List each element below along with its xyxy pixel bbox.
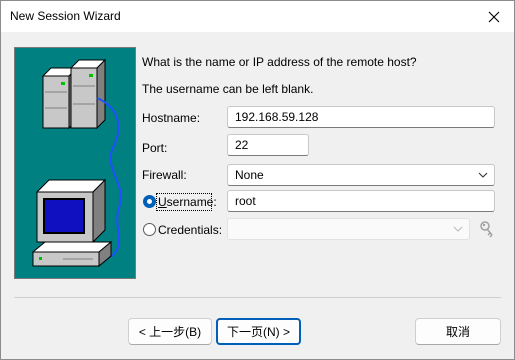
- port-field[interactable]: 22: [227, 134, 309, 156]
- firewall-value: None: [235, 168, 264, 182]
- chevron-down-icon: [453, 226, 463, 232]
- username-field[interactable]: root: [227, 190, 495, 212]
- firewall-select[interactable]: None: [227, 164, 495, 186]
- username-radio[interactable]: [143, 195, 156, 208]
- credentials-radio[interactable]: [143, 223, 156, 236]
- prompt-line-2: The username can be left blank.: [142, 82, 314, 96]
- close-icon: [488, 11, 500, 22]
- next-button[interactable]: 下一页(N) >: [216, 318, 301, 345]
- credentials-key-button: [476, 218, 498, 240]
- computer-icon: [31, 178, 113, 268]
- username-label[interactable]: Username:: [158, 195, 217, 209]
- hostname-field[interactable]: 192.168.59.128: [227, 106, 495, 128]
- hostname-label: Hostname:: [142, 111, 201, 125]
- port-label: Port:: [142, 141, 168, 155]
- hostname-value: 192.168.59.128: [235, 110, 319, 124]
- back-button[interactable]: < 上一步(B): [128, 318, 212, 345]
- firewall-label: Firewall:: [142, 168, 187, 182]
- window-title: New Session Wizard: [10, 9, 121, 23]
- port-value: 22: [235, 138, 249, 152]
- close-button[interactable]: [474, 1, 514, 32]
- username-value: root: [235, 194, 256, 208]
- server-computer-illustration: [14, 47, 136, 279]
- chevron-down-icon: [478, 172, 488, 178]
- server-icon: [41, 58, 107, 130]
- credentials-select: [227, 218, 470, 240]
- credentials-label[interactable]: Credentials:: [158, 223, 222, 237]
- wizard-window: New Session Wizard What is the name or I…: [0, 0, 515, 360]
- footer-separator: [14, 297, 501, 298]
- key-icon: [480, 221, 493, 238]
- cancel-button[interactable]: 取消: [415, 318, 501, 345]
- title-bar: New Session Wizard: [1, 1, 514, 32]
- prompt-line-1: What is the name or IP address of the re…: [142, 55, 417, 69]
